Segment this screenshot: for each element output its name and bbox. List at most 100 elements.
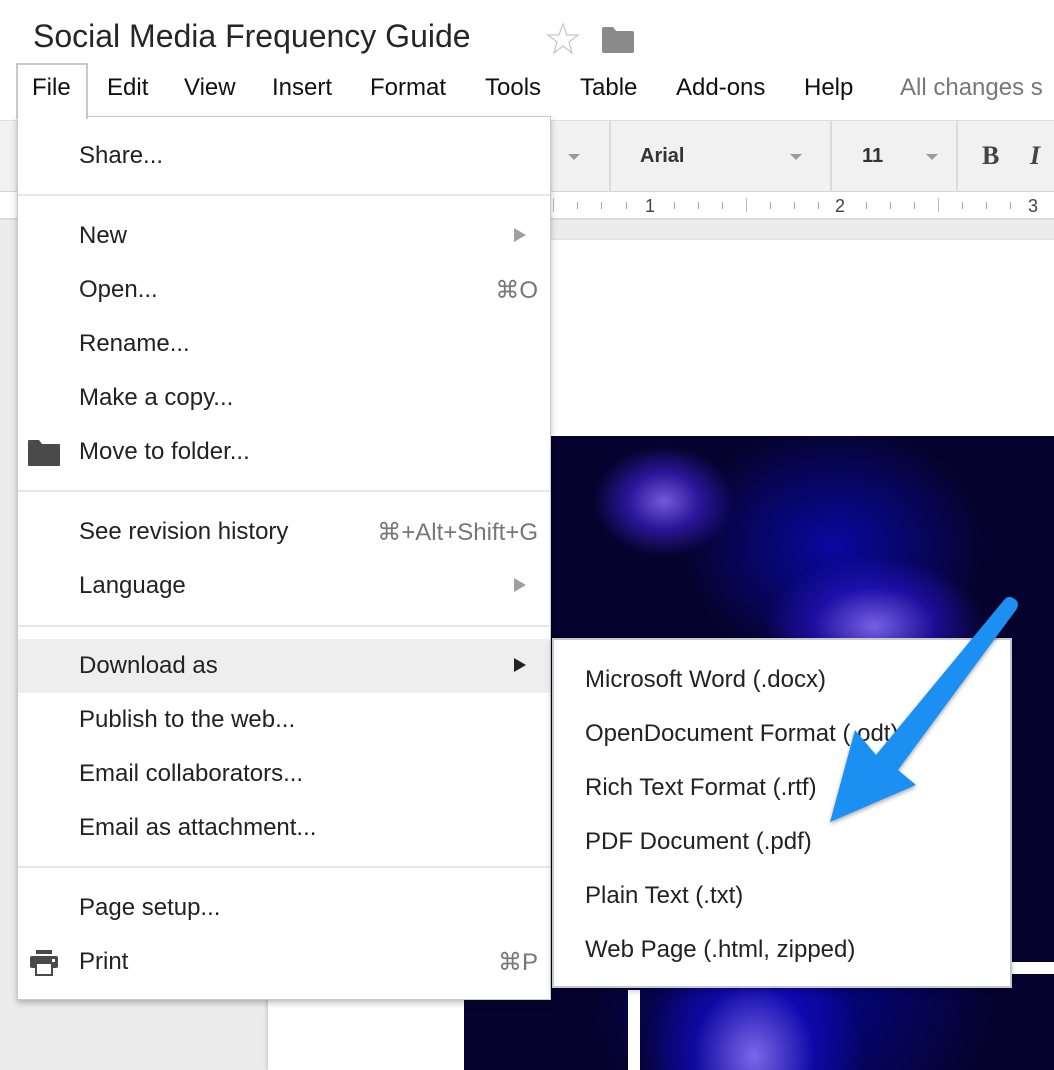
style-dropdown-caret-icon[interactable] <box>568 154 580 160</box>
ruler-tick <box>914 202 915 209</box>
download-html-zipped[interactable]: Web Page (.html, zipped) <box>554 922 1010 976</box>
menu-separator <box>18 625 550 627</box>
menu-item-email-as-attachment[interactable]: Email as attachment... <box>18 801 550 855</box>
submenu-item-label: Rich Text Format (.rtf) <box>585 774 817 801</box>
font-dropdown-caret-icon[interactable] <box>790 154 802 160</box>
menu-help[interactable]: Help <box>804 74 853 102</box>
star-icon[interactable] <box>546 22 580 56</box>
toolbar-divider <box>609 121 611 193</box>
ruler-tick <box>818 202 819 209</box>
menu-item-language[interactable]: Language <box>18 559 550 613</box>
menu-item-label: Make a copy... <box>79 384 234 411</box>
submenu-item-label: PDF Document (.pdf) <box>585 828 812 855</box>
save-status: All changes s <box>900 74 1043 101</box>
menu-file[interactable]: File <box>32 74 71 102</box>
download-as-submenu: Microsoft Word (.docx) OpenDocument Form… <box>552 638 1012 988</box>
ruler-tick <box>794 202 795 209</box>
ruler-tick <box>577 202 578 209</box>
ruler-tick <box>601 202 602 209</box>
download-pdf[interactable]: PDF Document (.pdf) <box>554 814 1010 868</box>
menu-item-download-as[interactable]: Download as <box>18 639 550 693</box>
menu-item-label: Email collaborators... <box>79 760 304 787</box>
menu-insert[interactable]: Insert <box>272 74 332 102</box>
menu-add-ons[interactable]: Add-ons <box>676 74 765 102</box>
font-size-select[interactable]: 11 <box>862 145 883 168</box>
italic-button[interactable]: I <box>1030 141 1040 171</box>
menu-item-label: New <box>79 222 128 249</box>
menu-item-label: Download as <box>79 652 218 679</box>
menu-bar: File Edit View Insert Format Tools Table… <box>0 64 1054 116</box>
ruler-tick <box>698 202 699 209</box>
menu-separator <box>18 490 550 492</box>
menu-item-label: Email as attachment... <box>79 814 317 841</box>
menu-item-label: Publish to the web... <box>79 706 296 733</box>
submenu-arrow-icon <box>514 658 526 672</box>
menu-item-label: Share... <box>79 142 164 169</box>
ruler-tick <box>866 202 867 209</box>
ruler-number: 2 <box>835 196 846 216</box>
menu-item-see-revision-history[interactable]: See revision history ⌘+Alt+Shift+G <box>18 505 550 559</box>
ruler-tick <box>1010 202 1011 209</box>
ruler-tick <box>746 198 747 212</box>
menu-tools[interactable]: Tools <box>485 74 541 102</box>
menu-separator <box>18 194 550 196</box>
menu-item-share[interactable]: Share... <box>18 129 550 183</box>
title-row: Social Media Frequency Guide <box>0 0 1054 64</box>
menu-separator <box>18 866 550 868</box>
ruler-tick <box>626 202 627 209</box>
menu-format[interactable]: Format <box>370 74 446 102</box>
download-txt[interactable]: Plain Text (.txt) <box>554 868 1010 922</box>
menu-item-publish-to-web[interactable]: Publish to the web... <box>18 693 550 747</box>
menu-item-email-collaborators[interactable]: Email collaborators... <box>18 747 550 801</box>
file-menu: Share... New Open... ⌘O Rename... Make a… <box>17 116 551 1000</box>
submenu-arrow-icon <box>514 578 526 592</box>
menu-item-new[interactable]: New <box>18 209 550 263</box>
ruler-tick <box>986 202 987 209</box>
ruler-tick <box>770 202 771 209</box>
menu-item-rename[interactable]: Rename... <box>18 317 550 371</box>
toolbar-divider <box>956 121 958 193</box>
ruler-tick <box>890 202 891 209</box>
menu-item-label: Move to folder... <box>79 438 250 465</box>
toolbar-divider <box>830 121 832 193</box>
image-gap <box>1012 962 1054 974</box>
printer-icon <box>30 950 58 976</box>
menu-item-print[interactable]: Print ⌘P <box>18 935 550 989</box>
folder-icon <box>28 440 60 466</box>
menu-item-shortcut: ⌘+Alt+Shift+G <box>377 519 538 546</box>
bold-button[interactable]: B <box>982 141 999 171</box>
menu-item-page-setup[interactable]: Page setup... <box>18 881 550 935</box>
font-family-select[interactable]: Arial <box>640 145 684 168</box>
download-odt[interactable]: OpenDocument Format (.odt) <box>554 706 1010 760</box>
ruler-tick <box>938 198 939 212</box>
menu-item-shortcut: ⌘P <box>497 949 538 976</box>
menu-item-open[interactable]: Open... ⌘O <box>18 263 550 317</box>
download-docx[interactable]: Microsoft Word (.docx) <box>554 652 1010 706</box>
menu-item-move-to-folder[interactable]: Move to folder... <box>18 425 550 479</box>
menu-item-shortcut: ⌘O <box>495 277 538 304</box>
menu-item-label: See revision history <box>79 518 289 545</box>
submenu-item-label: Microsoft Word (.docx) <box>585 666 826 693</box>
folder-icon[interactable] <box>601 27 635 53</box>
submenu-item-label: Web Page (.html, zipped) <box>585 936 856 963</box>
menu-item-make-a-copy[interactable]: Make a copy... <box>18 371 550 425</box>
menu-item-label: Open... <box>79 276 158 303</box>
submenu-item-label: Plain Text (.txt) <box>585 882 744 909</box>
image-gap <box>628 990 640 1070</box>
ruler-tick <box>553 198 554 212</box>
ruler-number: 1 <box>645 196 656 216</box>
menu-edit[interactable]: Edit <box>107 74 148 102</box>
submenu-arrow-icon <box>514 228 526 242</box>
download-rtf[interactable]: Rich Text Format (.rtf) <box>554 760 1010 814</box>
ruler-tick <box>674 202 675 209</box>
menu-table[interactable]: Table <box>580 74 637 102</box>
menu-view[interactable]: View <box>184 74 236 102</box>
font-size-caret-icon[interactable] <box>926 154 938 160</box>
ruler-number: 3 <box>1028 196 1039 216</box>
submenu-item-label: OpenDocument Format (.odt) <box>585 720 899 747</box>
menu-item-label: Language <box>79 572 186 599</box>
menu-item-label: Print <box>79 948 129 975</box>
ruler-tick <box>962 202 963 209</box>
document-title[interactable]: Social Media Frequency Guide <box>33 18 471 55</box>
menu-item-label: Rename... <box>79 330 190 357</box>
